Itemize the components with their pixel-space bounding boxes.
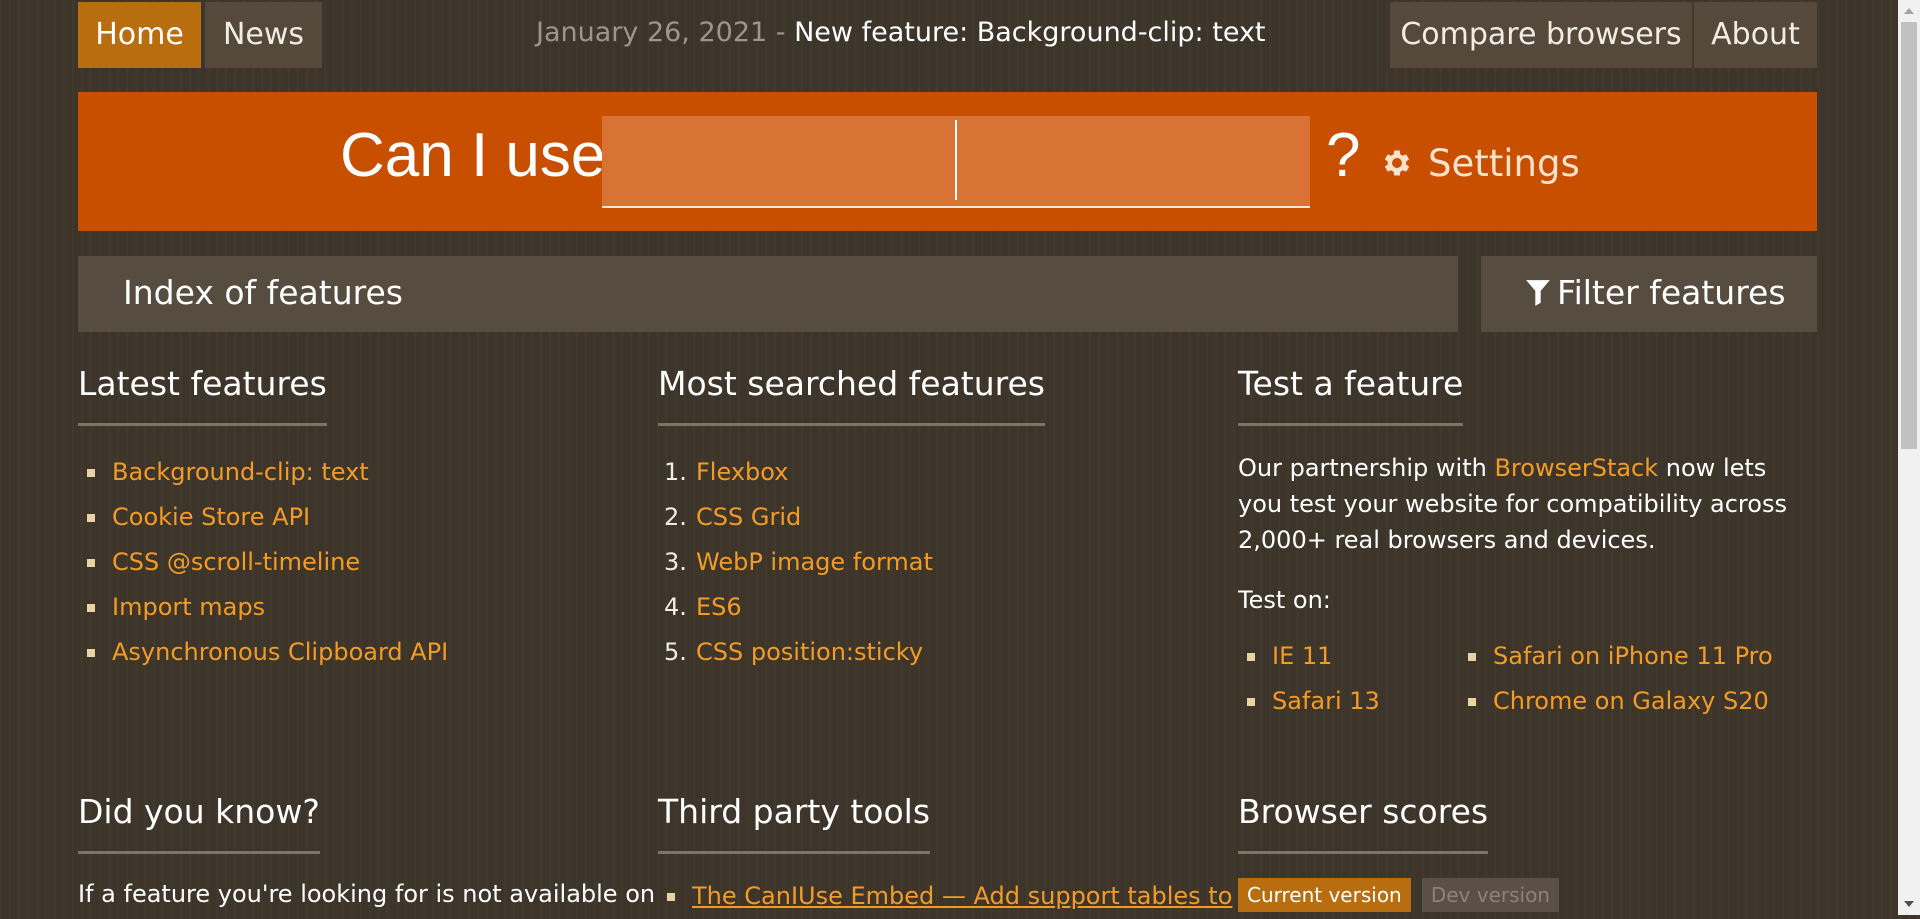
list-item[interactable]: The CanIUse Embed — Add support tables t… [658,874,1232,919]
list-item[interactable]: 3. WebP image format [658,540,1178,585]
did-you-know-heading: Did you know? [78,792,320,854]
news-date: January 26, 2021 [536,17,768,48]
nav-home[interactable]: Home [78,2,201,68]
did-you-know-section: Did you know? If a feature you're lookin… [78,792,656,912]
gear-icon [1384,150,1410,176]
index-of-features-label: Index of features [123,273,403,312]
settings-button[interactable]: Settings [1380,142,1580,185]
settings-label: Settings [1428,142,1580,185]
scroll-down-arrow-icon[interactable] [1898,893,1920,915]
top-nav: Home News January 26, 2021 - New feature… [78,0,1817,68]
nav-compare-browsers[interactable]: Compare browsers [1390,2,1692,68]
latest-features-section: Latest features Background-clip: text Co… [78,364,598,675]
rank-number: 3. [664,548,687,576]
news-separator: - [767,17,795,48]
third-party-tools-list: The CanIUse Embed — Add support tables t… [658,874,1232,919]
test-feature-intro: Our partnership with BrowserStack now le… [1238,450,1798,558]
nav-news[interactable]: News [205,2,322,68]
most-searched-heading: Most searched features [658,364,1045,426]
filter-features-label: Filter features [1557,273,1786,312]
current-version-tab[interactable]: Current version [1238,878,1411,912]
search-hero: Can I use ? Settings [78,92,1817,231]
test-on-label: Test on: [1238,586,1331,614]
rank-number: 2. [664,503,687,531]
test-on-list-left: IE 11 Safari 13 [1238,634,1458,724]
most-searched-section: Most searched features 1. Flexbox 2. CSS G… [658,364,1178,675]
item-label: CSS position:sticky [696,638,924,666]
page: Home News January 26, 2021 - New feature… [78,0,1817,912]
list-item[interactable]: Safari 13 [1238,679,1458,724]
rank-number: 4. [664,593,687,621]
rank-number: 5. [664,638,687,666]
test-feature-section: Test a feature Our partnership with Brow… [1238,364,1798,734]
list-item[interactable]: CSS @scroll-timeline [78,540,598,585]
scrollbar-thumb[interactable] [1901,22,1917,449]
filter-icon [1526,280,1550,306]
test-feature-heading: Test a feature [1238,364,1464,426]
list-item[interactable]: 4. ES6 [658,585,1178,630]
news-headline[interactable]: January 26, 2021 - New feature: Backgrou… [536,17,1266,48]
latest-features-heading: Latest features [78,364,327,426]
did-you-know-text: If a feature you're looking for is not a… [78,880,656,908]
item-label: ES6 [696,593,742,621]
most-searched-list: 1. Flexbox 2. CSS Grid 3. WebP image format… [658,450,1178,675]
browser-scores-heading: Browser scores [1238,792,1489,854]
third-party-tools-heading: Third party tools [658,792,931,854]
filter-features-button[interactable]: Filter features [1481,256,1817,332]
browserstack-link[interactable]: BrowserStack [1494,454,1658,482]
list-item[interactable]: IE 11 [1238,634,1458,679]
test-on-list-right: Safari on iPhone 11 Pro Chrome on Galaxy… [1459,634,1779,724]
latest-features-list: Background-clip: text Cookie Store API C… [78,450,598,675]
search-input[interactable] [602,116,1310,208]
list-item[interactable]: Chrome on Galaxy S20 [1459,679,1779,724]
nav-about[interactable]: About [1694,2,1817,68]
list-item[interactable]: Import maps [78,585,598,630]
news-title[interactable]: New feature: Background-clip: text [794,17,1265,48]
index-of-features-button[interactable]: Index of features [78,256,1458,332]
list-item[interactable]: 5. CSS position:sticky [658,630,1178,675]
browser-scores-section: Browser scores Current version Dev versi… [1238,792,1798,912]
list-item[interactable]: Background-clip: text [78,450,598,495]
item-label: WebP image format [696,548,933,576]
list-item[interactable]: 2. CSS Grid [658,495,1178,540]
list-item[interactable]: Safari on iPhone 11 Pro [1459,634,1779,679]
dev-version-tab[interactable]: Dev version [1421,878,1559,912]
text-cursor [955,120,957,200]
test-on-lists: IE 11 Safari 13 Safari on iPhone 11 Pro … [1238,634,1798,734]
question-mark: ? [1326,121,1361,190]
item-label: CSS Grid [696,503,802,531]
third-party-tools-section: Third party tools The CanIUse Embed — Ad… [658,792,1232,919]
scroll-up-arrow-icon[interactable] [1898,0,1920,22]
can-i-use-label: Can I use [340,121,606,190]
list-item[interactable]: 1. Flexbox [658,450,1178,495]
rank-number: 1. [664,458,687,486]
list-item[interactable]: Cookie Store API [78,495,598,540]
vertical-scrollbar[interactable] [1898,0,1920,915]
list-item[interactable]: Asynchronous Clipboard API [78,630,598,675]
intro-text: Our partnership with [1238,454,1495,482]
item-label: Flexbox [696,458,789,486]
version-toggle: Current version Dev version [1238,878,1798,912]
